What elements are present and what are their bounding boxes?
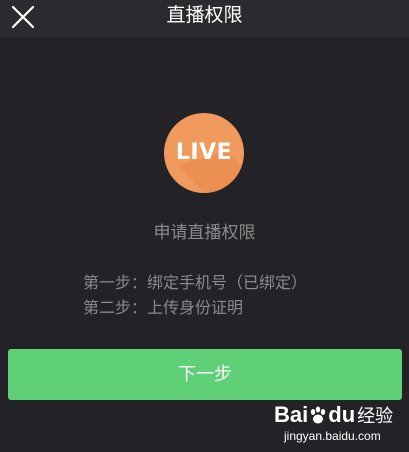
next-step-button[interactable]: 下一步 [8,349,402,400]
watermark-url: jingyan.baidu.com [284,429,381,443]
page-title: 直播权限 [166,4,243,26]
apply-title: 申请直播权限 [153,223,256,243]
watermark-brand-cn: 经验 [357,406,394,426]
paw-icon [311,406,326,424]
step-two: 第二步：上传身份证明 [83,298,244,317]
live-logo-text: LIVE [175,140,233,165]
watermark-brand: Bai du 经验 [274,402,393,429]
live-logo: LIVE [164,113,244,193]
watermark-brand-latin: Bai [274,402,309,427]
steps-list: 第一步：绑定手机号（已绑定） 第二步：上传身份证明 [83,270,307,320]
baidu-jingyan-watermark: Bai du 经验 jingyan.baidu.com [274,402,402,448]
watermark-brand-latin-tail: du [328,402,356,427]
step-one: 第一步：绑定手机号（已绑定） [83,273,308,292]
top-bar: 直播权限 [0,0,409,37]
